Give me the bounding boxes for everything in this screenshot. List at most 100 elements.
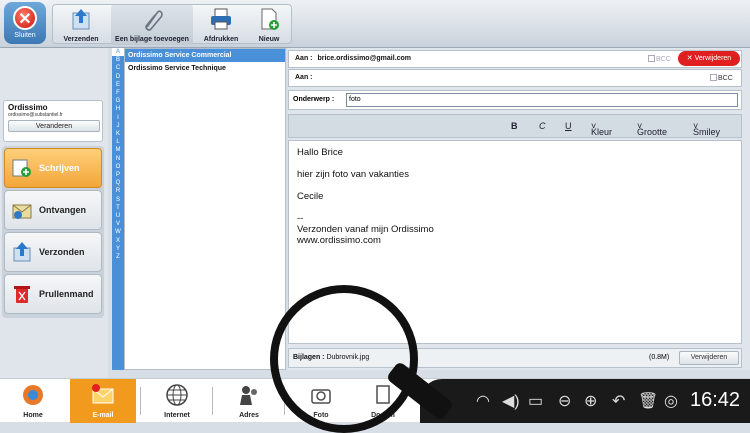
new-document-icon (261, 8, 279, 30)
subject-label: Onderwerp : (293, 96, 335, 103)
alphabet-letter[interactable]: F (112, 89, 124, 97)
alphabet-letter[interactable]: D (112, 73, 124, 81)
undo-icon[interactable]: ↶ (612, 391, 625, 411)
side-item-sent[interactable]: Verzonden (4, 232, 102, 272)
alphabet-letter[interactable]: O (112, 163, 124, 171)
body-line: hier zijn foto van vakanties (297, 169, 409, 180)
alphabet-letter[interactable]: V (112, 220, 124, 228)
close-icon: ✕ (13, 6, 37, 30)
alphabet-letter[interactable]: A (112, 48, 124, 57)
magnifier-overlay (270, 285, 418, 433)
body-greeting: Hallo Brice (297, 147, 343, 158)
account-box: Ordissimo ordissimo@substantiel.fr Veran… (3, 100, 103, 142)
close-label: Sluiten (14, 32, 36, 39)
printer-icon (211, 8, 231, 30)
size-dropdown[interactable]: Grootte ˅ (637, 121, 667, 137)
underline-button[interactable]: U (565, 121, 572, 131)
alphabet-letter[interactable]: G (112, 97, 124, 105)
alphabet-letter[interactable]: N (112, 155, 124, 163)
alphabet-letter[interactable]: B (112, 56, 124, 64)
attach-button[interactable]: Een bijlage toevoegen (111, 5, 193, 45)
alphabet-letter[interactable]: P (112, 171, 124, 179)
alphabet-letter[interactable]: U (112, 212, 124, 220)
color-dropdown[interactable]: Kleur ˅ (591, 121, 612, 137)
body-footer-2: www.ordissimo.com (297, 235, 381, 246)
write-icon (12, 159, 31, 177)
side-item-write[interactable]: Schrijven (4, 148, 102, 188)
format-bar: B C U Kleur ˅ Grootte ˅ Smiley ˅ (288, 114, 742, 138)
taskbar-internet[interactable]: Internet (144, 379, 210, 423)
bold-button[interactable]: B (511, 121, 518, 131)
battery-icon: ▭ (528, 393, 544, 410)
contacts-icon (240, 386, 257, 405)
account-email: ordissimo@substantiel.fr (8, 112, 63, 118)
change-account-button[interactable]: Veranderen (8, 120, 100, 132)
to-label: Aan : (295, 55, 313, 62)
remove-recipient-button[interactable]: ✕ Verwijderen (678, 51, 740, 66)
toolbar: ✕ Sluiten Verzenden Een bijlage toevoege… (0, 0, 750, 48)
cc-label: Aan : (295, 74, 313, 81)
alphabet-letter[interactable]: E (112, 81, 124, 89)
bcc-checkbox[interactable]: BCC (648, 55, 671, 63)
trash-icon (14, 286, 30, 303)
to-value: brice.ordissimo@gmail.com (317, 55, 412, 62)
zoom-in-icon[interactable]: ⊕ (584, 391, 597, 411)
remove-attachment-button[interactable]: Verwijderen (679, 351, 739, 365)
wifi-icon[interactable]: ◠ (476, 391, 490, 411)
side-item-trash[interactable]: Prullenmand (4, 274, 102, 314)
alphabet-letter[interactable]: Z (112, 253, 124, 261)
cc-field[interactable]: Aan : (288, 69, 742, 87)
body-footer-1: Verzonden vanaf mijn Ordissimo (297, 224, 434, 235)
alphabet-letter[interactable]: W (112, 228, 124, 236)
close-button[interactable]: ✕ Sluiten (4, 2, 46, 44)
taskbar-email[interactable]: E-mail (70, 379, 136, 423)
subject-field: Onderwerp : foto (288, 90, 742, 110)
paperclip-icon (145, 10, 163, 31)
alphabet-letter[interactable]: H (112, 105, 124, 113)
inbox-icon (12, 204, 32, 219)
taskbar-home[interactable]: Home (0, 379, 66, 423)
side-item-inbox[interactable]: Ontvangen (4, 190, 102, 230)
clock: 16:42 (690, 389, 741, 411)
print-button[interactable]: Afdrukken (197, 5, 245, 45)
alphabet-letter[interactable]: Y (112, 245, 124, 253)
subject-input[interactable]: foto (346, 93, 738, 107)
attachment-size: (0.8M) (649, 354, 670, 361)
alphabet-letter[interactable]: K (112, 130, 124, 138)
alphabet-letter[interactable]: R (112, 187, 124, 195)
home-icon (23, 385, 43, 405)
taskbar-address[interactable]: Adres (216, 379, 282, 423)
alphabet-letter[interactable]: J (112, 122, 124, 130)
italic-button[interactable]: C (539, 121, 546, 131)
alphabet-letter[interactable]: X (112, 237, 124, 245)
new-button[interactable]: Nieuw (249, 5, 289, 45)
body-dash: -- (297, 213, 304, 224)
volume-icon[interactable]: ◀) (502, 391, 520, 411)
contact-list: Ordissimo Service Commercial Ordissimo S… (124, 48, 286, 370)
smiley-dropdown[interactable]: Smiley ˅ (693, 121, 720, 137)
contact-item[interactable]: Ordissimo Service Technique (125, 62, 285, 75)
system-tray: ◠ ◀) ▭ ⊖ ⊕ ↶ 🗑 ◎ 16:42 (420, 379, 750, 423)
globe-icon (166, 384, 188, 406)
zoom-out-icon[interactable]: ⊖ (558, 391, 571, 411)
alphabet-letter[interactable]: L (112, 138, 124, 146)
to-field[interactable]: Aan : brice.ordissimo@gmail.com (288, 50, 742, 68)
side-nav: Schrijven Ontvangen Verzonden Prullenman… (2, 146, 104, 318)
contact-item[interactable]: Ordissimo Service Commercial (125, 49, 285, 62)
left-panel: Ordissimo ordissimo@substantiel.fr Veran… (0, 48, 108, 378)
alphabet-letter[interactable]: I (112, 114, 124, 122)
toolbar-actions: Verzenden Een bijlage toevoegen Afdrukke… (52, 4, 292, 45)
send-icon (72, 9, 90, 30)
alphabet-letter[interactable]: T (112, 204, 124, 212)
bcc-checkbox-2[interactable]: BCC (710, 74, 733, 82)
send-button[interactable]: Verzenden (55, 5, 107, 45)
alphabet-letter[interactable]: M (112, 146, 124, 154)
help-icon[interactable]: ◎ (664, 391, 678, 411)
alphabet-letter[interactable]: Q (112, 179, 124, 187)
sent-icon (13, 242, 31, 262)
alphabet-letter[interactable]: C (112, 64, 124, 72)
alphabet-letter[interactable]: S (112, 196, 124, 204)
trash-icon[interactable]: 🗑 (638, 391, 658, 411)
email-icon (92, 384, 114, 404)
account-name: Ordissimo (8, 103, 48, 112)
